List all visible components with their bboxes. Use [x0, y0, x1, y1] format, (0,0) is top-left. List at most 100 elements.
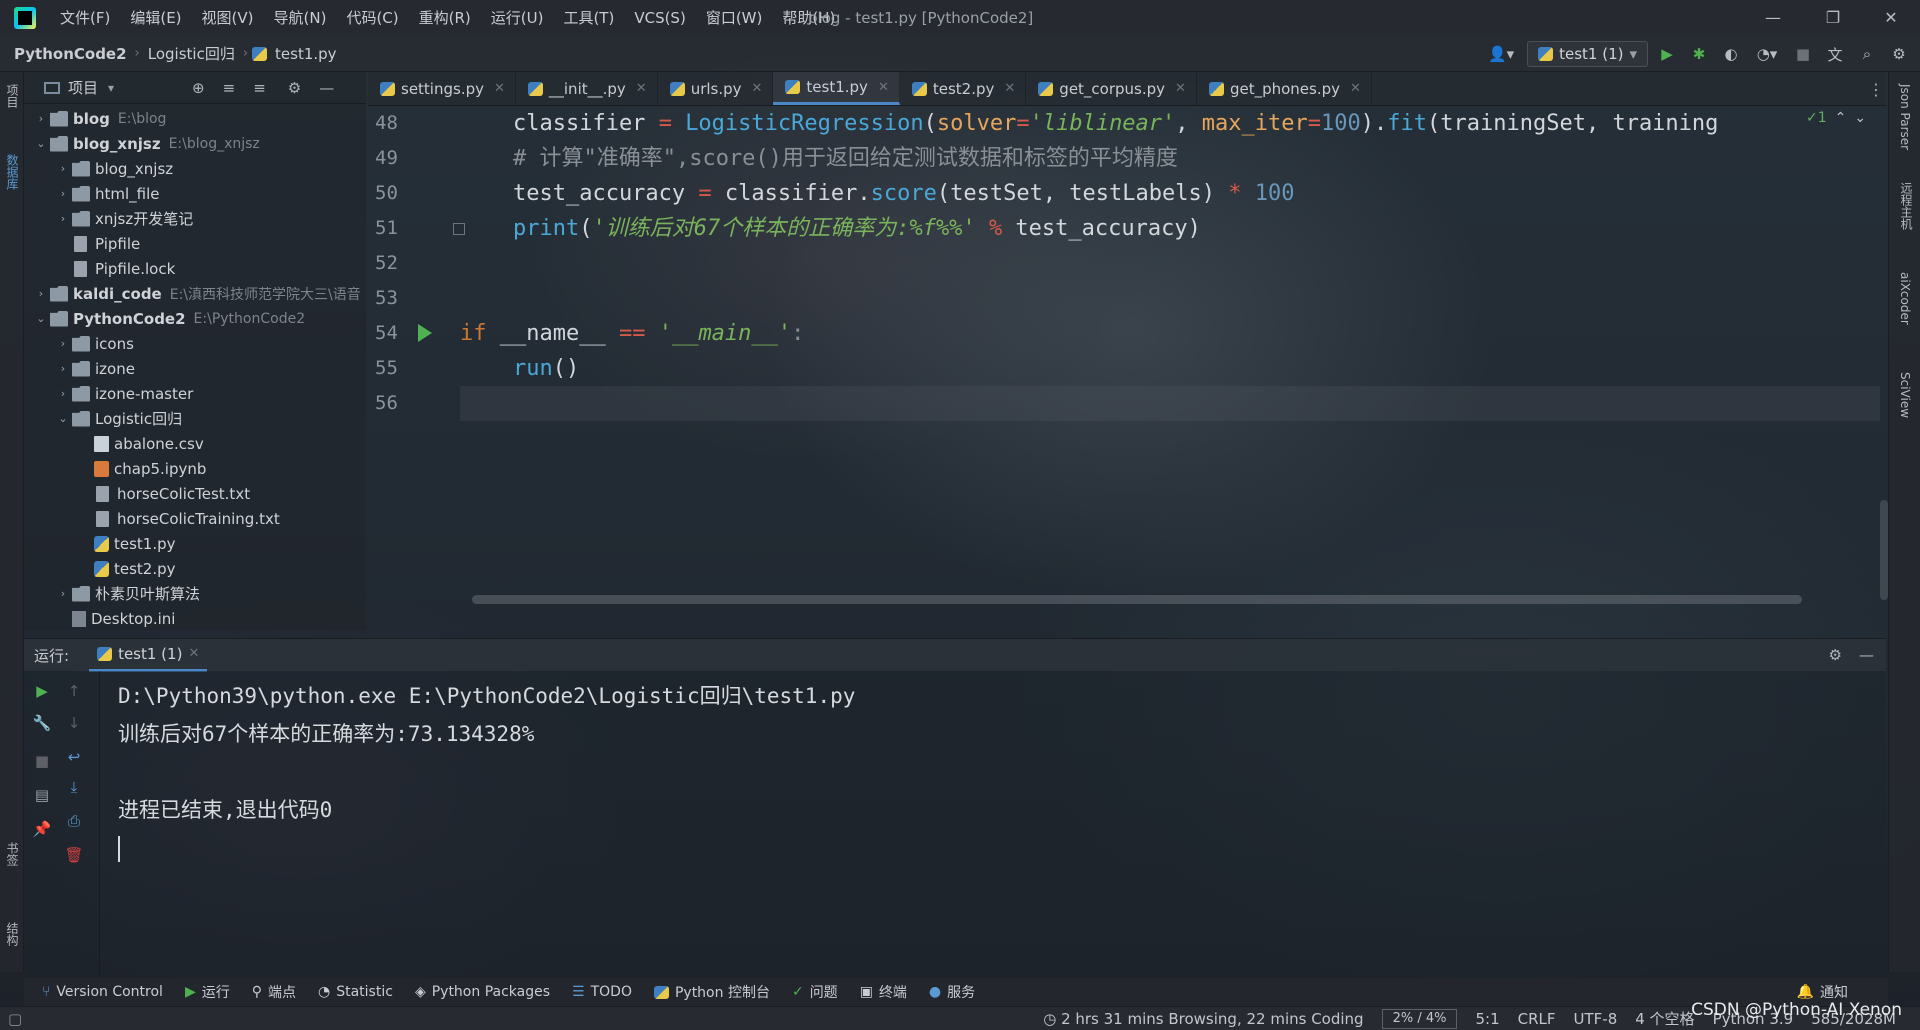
gear-icon[interactable]: ⚙: [1829, 646, 1842, 664]
chevron-right-icon[interactable]: ›: [54, 162, 72, 175]
breadcrumb-project[interactable]: PythonCode2: [10, 45, 131, 63]
hide-panel-icon[interactable]: —: [1859, 646, 1874, 664]
soft-wrap-icon[interactable]: ↩: [64, 747, 84, 767]
menu-code[interactable]: 代码(C): [336, 0, 408, 36]
arrow-up-icon[interactable]: ↑: [64, 681, 84, 701]
remote-host-tool-button[interactable]: 远程主机: [1898, 182, 1915, 230]
restore-button[interactable]: ❐: [1804, 0, 1862, 36]
debug-icon[interactable]: ✱: [1686, 41, 1712, 67]
python-packages-tool[interactable]: ◈ Python Packages: [415, 984, 550, 1000]
editor-tab[interactable]: test1.py ✕: [773, 72, 900, 105]
chevron-right-icon[interactable]: ›: [54, 187, 72, 200]
settings-gear-icon[interactable]: ⚙: [1886, 41, 1912, 67]
json-parser-tool-button[interactable]: Json Parser: [1898, 84, 1912, 150]
stop-icon[interactable]: ■: [32, 751, 52, 771]
menu-view[interactable]: 视图(V): [192, 0, 264, 36]
search-icon[interactable]: ⌕: [1854, 41, 1880, 67]
run-configuration-selector[interactable]: test1 (1) ▾: [1527, 41, 1648, 67]
wrench-icon[interactable]: 🔧: [32, 713, 52, 733]
rerun-icon[interactable]: ▶: [32, 681, 52, 701]
scroll-to-end-icon[interactable]: ⤓: [64, 777, 84, 797]
close-icon[interactable]: ✕: [752, 81, 763, 96]
menu-run[interactable]: 运行(U): [481, 0, 554, 36]
tree-item[interactable]: › blog_xnjsz: [24, 156, 366, 181]
close-icon[interactable]: ✕: [1350, 81, 1361, 96]
close-icon[interactable]: ✕: [494, 81, 505, 96]
tree-item[interactable]: test1.py: [24, 531, 366, 556]
inspection-widget[interactable]: ✓1 ⌃ ⌄: [1806, 110, 1866, 126]
trash-icon[interactable]: 🗑: [64, 845, 84, 865]
console-output[interactable]: D:\Python39\python.exe E:\PythonCode2\Lo…: [118, 677, 855, 867]
chevron-right-icon[interactable]: ›: [54, 337, 72, 350]
chevron-right-icon[interactable]: ›: [54, 362, 72, 375]
editor-tab[interactable]: __init__.py ✕: [516, 72, 658, 105]
database-tool-button[interactable]: 数据库: [4, 154, 21, 190]
menu-file[interactable]: 文件(F): [50, 0, 120, 36]
editor-horizontal-scrollbar[interactable]: [472, 595, 1802, 604]
editor-tab[interactable]: urls.py ✕: [658, 72, 774, 105]
tree-item[interactable]: › icons: [24, 331, 366, 356]
chevron-right-icon[interactable]: ›: [54, 587, 72, 600]
menu-vcs[interactable]: VCS(S): [624, 0, 695, 36]
tree-item[interactable]: Pipfile: [24, 231, 366, 256]
editor-vertical-scrollbar[interactable]: [1880, 500, 1888, 600]
hide-panel-icon[interactable]: —: [319, 79, 334, 97]
caret-position[interactable]: 5:1: [1475, 1010, 1499, 1028]
coverage-icon[interactable]: ◐: [1718, 41, 1744, 67]
version-control-tool[interactable]: ⑂ Version Control: [42, 984, 163, 1000]
close-icon[interactable]: ✕: [1004, 81, 1015, 96]
structure-tool-button[interactable]: 结构: [4, 922, 21, 946]
problems-tool[interactable]: ✓ 问题: [792, 982, 838, 1002]
chevron-up-icon[interactable]: ⌃: [1835, 110, 1847, 126]
statistic-tool[interactable]: ◔ Statistic: [318, 984, 393, 1000]
time-tracking-status[interactable]: ◷ 2 hrs 31 mins Browsing, 22 mins Coding: [1043, 1010, 1363, 1028]
project-panel-title[interactable]: 项目: [68, 77, 98, 98]
menu-edit[interactable]: 编辑(E): [120, 0, 191, 36]
tree-item[interactable]: horseColicTraining.txt: [24, 506, 366, 531]
close-icon[interactable]: ✕: [636, 81, 647, 96]
menu-navigate[interactable]: 导航(N): [264, 0, 337, 36]
chevron-down-icon[interactable]: ⌄: [54, 412, 72, 425]
translate-icon[interactable]: 文: [1822, 41, 1848, 67]
tree-item[interactable]: ⌄ blog_xnjsz E:\blog_xnjsz: [24, 131, 366, 156]
minimize-button[interactable]: —: [1744, 0, 1802, 36]
pin-icon[interactable]: 📌: [32, 819, 52, 839]
menu-window[interactable]: 窗口(W): [696, 0, 773, 36]
close-icon[interactable]: ✕: [878, 80, 889, 95]
tree-item[interactable]: › 朴素贝叶斯算法: [24, 581, 366, 606]
tree-item[interactable]: ⌄ PythonCode2 E:\PythonCode2: [24, 306, 366, 331]
close-icon[interactable]: ✕: [188, 646, 199, 661]
file-encoding[interactable]: UTF-8: [1574, 1010, 1618, 1028]
run-gutter-icon[interactable]: [418, 324, 432, 342]
tree-item[interactable]: › xnjsz开发笔记: [24, 206, 366, 231]
breadcrumb-file[interactable]: test1.py: [271, 45, 341, 63]
arrow-down-icon[interactable]: ↓: [64, 713, 84, 733]
tree-item[interactable]: Pipfile.lock: [24, 256, 366, 281]
tree-item[interactable]: Desktop.ini: [24, 606, 366, 631]
more-tabs-icon[interactable]: ⋮: [1868, 80, 1884, 99]
sciview-tool-button[interactable]: SciView: [1898, 372, 1912, 418]
collapse-all-icon[interactable]: ≡: [253, 79, 266, 97]
chevron-right-icon[interactable]: ›: [32, 112, 50, 125]
account-icon[interactable]: 👤▾: [1481, 41, 1521, 67]
line-separator[interactable]: CRLF: [1518, 1010, 1556, 1028]
tree-item[interactable]: horseColicTest.txt: [24, 481, 366, 506]
tree-item[interactable]: › blog E:\blog: [24, 106, 366, 131]
locate-icon[interactable]: ⊕: [192, 79, 205, 97]
tree-item[interactable]: › html_file: [24, 181, 366, 206]
expand-all-icon[interactable]: ≡: [223, 79, 236, 97]
menu-tools[interactable]: 工具(T): [553, 0, 624, 36]
tree-item[interactable]: › izone: [24, 356, 366, 381]
run-tab[interactable]: test1 (1) ✕: [89, 639, 208, 672]
tree-item[interactable]: › izone-master: [24, 381, 366, 406]
tree-item[interactable]: abalone.csv: [24, 431, 366, 456]
chevron-right-icon[interactable]: ›: [54, 212, 72, 225]
tree-item[interactable]: chap5.ipynb: [24, 456, 366, 481]
editor-tab[interactable]: get_corpus.py ✕: [1026, 72, 1197, 105]
editor-tab[interactable]: settings.py ✕: [368, 72, 516, 105]
code-editor[interactable]: classifier = LogisticRegression(solver='…: [460, 106, 1880, 606]
python-console-tool[interactable]: Python 控制台: [653, 982, 770, 1002]
close-button[interactable]: ✕: [1862, 0, 1920, 36]
chevron-down-icon[interactable]: ⌄: [32, 312, 50, 325]
chevron-right-icon[interactable]: ›: [54, 387, 72, 400]
